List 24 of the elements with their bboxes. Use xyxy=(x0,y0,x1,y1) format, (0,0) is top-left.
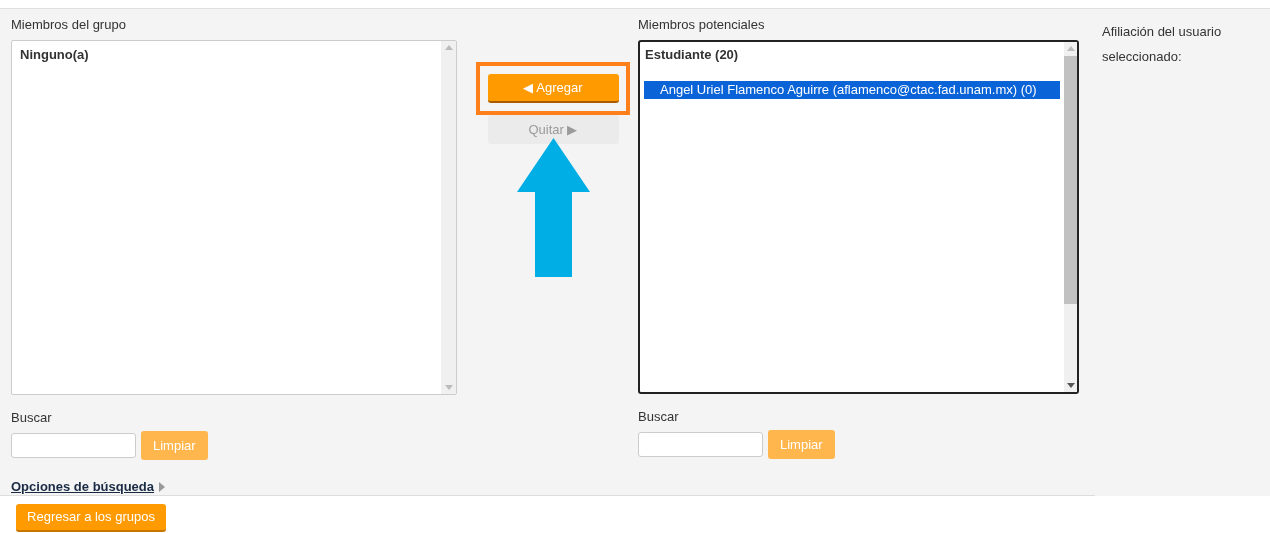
search-field[interactable] xyxy=(638,432,763,457)
affiliation-label: Afiliación del usuario seleccionado: xyxy=(1101,23,1223,66)
list-label: Miembros potenciales xyxy=(638,16,766,34)
list-label: Miembros del grupo xyxy=(11,16,127,34)
scrollbar-thumb[interactable] xyxy=(1064,56,1077,304)
list-option[interactable]: Angel Uriel Flamenco Aguirre (aflamenco@ctac.fad.unam.mx) (0) xyxy=(644,81,1060,99)
expand-arrow-icon[interactable] xyxy=(159,481,166,492)
clear-button[interactable]: Limpiar xyxy=(141,431,208,460)
scroll-down-icon[interactable] xyxy=(1066,383,1075,388)
search-field[interactable] xyxy=(11,433,136,458)
search-options-link[interactable]: Opciones de búsqueda xyxy=(11,477,155,497)
scroll-up-icon[interactable] xyxy=(444,45,453,50)
search-label: Buscar xyxy=(11,409,53,426)
group-header: Estudiante (20) xyxy=(644,46,740,64)
transfer-button[interactable]: ◀ Agregar xyxy=(487,74,619,103)
group-header: Ninguno(a) xyxy=(19,46,90,64)
potential-members-list[interactable]: Estudiante (20) Angel Uriel Flamenco Aguirre (aflamenco@ctac.fad.unam.mx) (0) xyxy=(638,40,1079,394)
group-members-list[interactable]: Ninguno(a) xyxy=(11,40,457,395)
scrollbar[interactable] xyxy=(441,41,456,394)
clear-button[interactable]: Limpiar xyxy=(768,430,835,459)
back-button[interactable]: Regresar a los grupos xyxy=(16,504,166,532)
scrollbar[interactable] xyxy=(1064,42,1077,392)
search-label: Buscar xyxy=(638,408,680,425)
scroll-up-icon[interactable] xyxy=(1066,46,1075,51)
